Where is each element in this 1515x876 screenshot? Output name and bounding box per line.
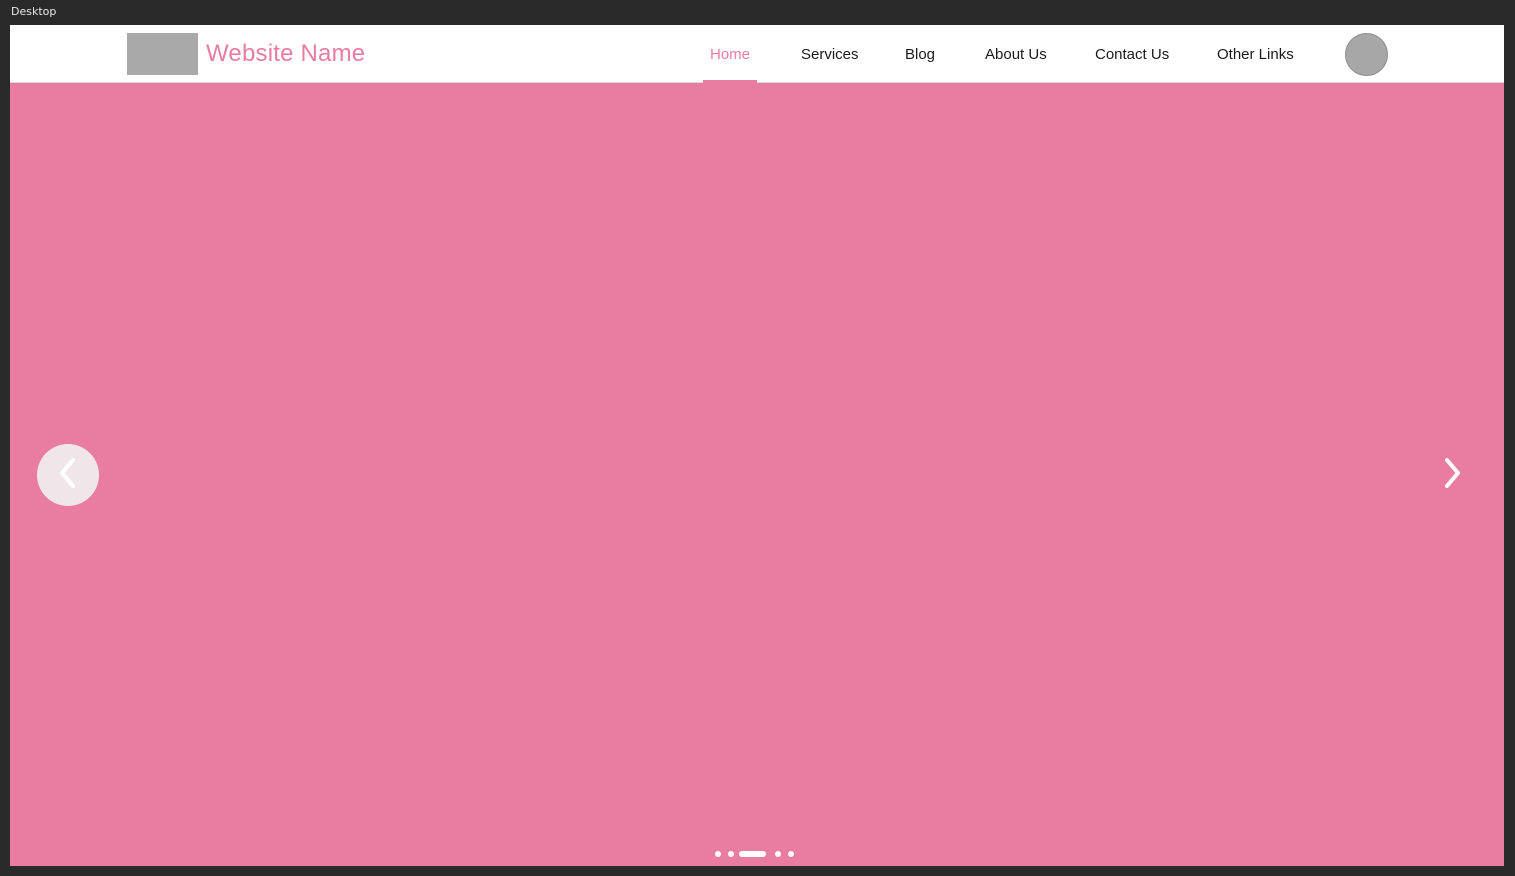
nav-blog[interactable]: Blog (905, 46, 935, 63)
chevron-left-icon (56, 457, 80, 494)
carousel-prev-button[interactable] (37, 444, 99, 506)
nav-home[interactable]: Home (710, 46, 750, 63)
artboard-label: Desktop (11, 5, 57, 18)
nav-services[interactable]: Services (801, 46, 859, 63)
chevron-right-icon (1440, 456, 1464, 495)
desktop-artboard: Website Name Home Services Blog About Us… (10, 25, 1504, 866)
carousel-next-button[interactable] (1436, 457, 1468, 493)
logo-placeholder[interactable] (127, 33, 198, 75)
carousel-dot-1[interactable] (715, 851, 721, 857)
carousel-dot-4[interactable] (775, 851, 781, 857)
carousel-dot-5[interactable] (788, 851, 794, 857)
active-nav-indicator (703, 80, 757, 83)
nav-about-us[interactable]: About Us (985, 46, 1047, 63)
avatar[interactable] (1345, 33, 1388, 76)
site-header: Website Name Home Services Blog About Us… (10, 25, 1504, 83)
nav-other-links[interactable]: Other Links (1217, 46, 1294, 63)
carousel-dot-3-active[interactable] (739, 851, 766, 857)
carousel-pagination (715, 850, 799, 858)
carousel-dot-2[interactable] (728, 851, 734, 857)
nav-contact-us[interactable]: Contact Us (1095, 46, 1169, 63)
site-name[interactable]: Website Name (206, 40, 365, 68)
